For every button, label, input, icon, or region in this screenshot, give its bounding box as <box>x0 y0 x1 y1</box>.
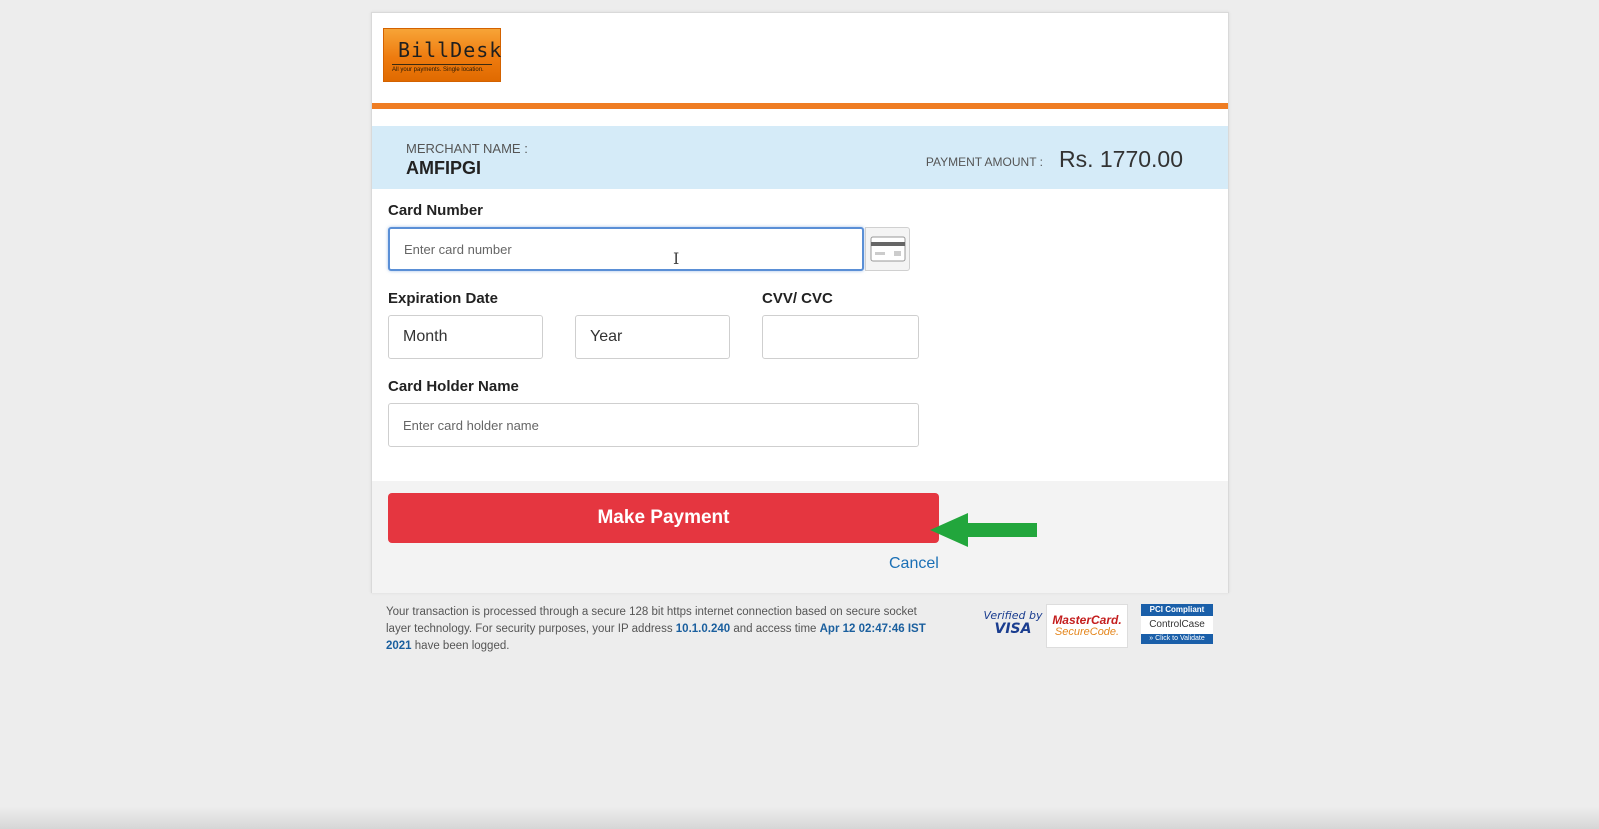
security-text-2: and access time <box>730 623 820 635</box>
logo-tagline: All your payments. Single location. <box>392 67 484 73</box>
mc-badge-line1: MasterCard. <box>1052 613 1122 627</box>
cvv-input[interactable] <box>762 315 919 359</box>
expiry-month-select[interactable]: Month <box>388 315 543 359</box>
card-holder-name-placeholder: Enter card holder name <box>403 417 539 433</box>
logo-underline <box>392 64 492 65</box>
page-bottom-shade <box>0 807 1599 829</box>
mastercard-securecode-badge: MasterCard. SecureCode. <box>1046 604 1128 648</box>
expiry-year-value: Year <box>590 328 623 345</box>
pci-compliant-badge[interactable]: PCI Compliant ControlCase » Click to Val… <box>1141 604 1213 648</box>
pci-badge-mid: ControlCase <box>1141 616 1213 634</box>
credit-card-icon-svg <box>870 236 905 262</box>
pci-badge-validate[interactable]: » Click to Validate <box>1141 634 1213 644</box>
payment-card: BillDesk All your payments. Single locat… <box>371 12 1229 593</box>
ip-address: 10.1.0.240 <box>675 623 731 635</box>
expiry-month-value: Month <box>403 328 448 345</box>
arrow-left-icon <box>930 513 1037 547</box>
header-divider <box>372 103 1228 109</box>
card-number-input[interactable]: Enter card number I <box>388 227 864 271</box>
billdesk-logo: BillDesk All your payments. Single locat… <box>383 28 501 82</box>
verified-by-visa-badge: Verified by VISA <box>977 609 1049 643</box>
expiration-date-label: Expiration Date <box>388 290 499 307</box>
payment-amount-value: Rs. 1770.00 <box>1058 146 1183 172</box>
logo-name: BillDesk <box>398 38 503 62</box>
security-notice: Your transaction is processed through a … <box>386 604 926 655</box>
merchant-name-label: MERCHANT NAME : <box>406 141 528 156</box>
cancel-link[interactable]: Cancel <box>889 555 939 573</box>
card-number-placeholder: Enter card number <box>404 241 512 257</box>
card-number-label: Card Number <box>388 202 484 219</box>
security-text-3: have been logged. <box>411 640 510 652</box>
make-payment-button[interactable]: Make Payment <box>388 493 939 543</box>
merchant-name-value: AMFIPGI <box>406 158 481 178</box>
expiry-year-select[interactable]: Year <box>575 315 730 359</box>
header: BillDesk All your payments. Single locat… <box>372 13 1228 103</box>
card-holder-name-input[interactable]: Enter card holder name <box>388 403 919 447</box>
visa-badge-line2: VISA <box>994 621 1032 637</box>
mc-badge-line2: SecureCode. <box>1054 626 1120 638</box>
merchant-info-band: MERCHANT NAME : AMFIPGI PAYMENT AMOUNT :… <box>372 126 1228 189</box>
action-area: Make Payment Cancel <box>372 481 1228 593</box>
pci-badge-top: PCI Compliant <box>1141 604 1213 616</box>
credit-card-icon <box>865 227 910 271</box>
card-holder-name-label: Card Holder Name <box>388 378 519 395</box>
text-cursor-icon: I <box>673 249 680 268</box>
payment-amount-label: PAYMENT AMOUNT : <box>925 155 1043 169</box>
cvv-label: CVV/ CVC <box>762 290 833 307</box>
